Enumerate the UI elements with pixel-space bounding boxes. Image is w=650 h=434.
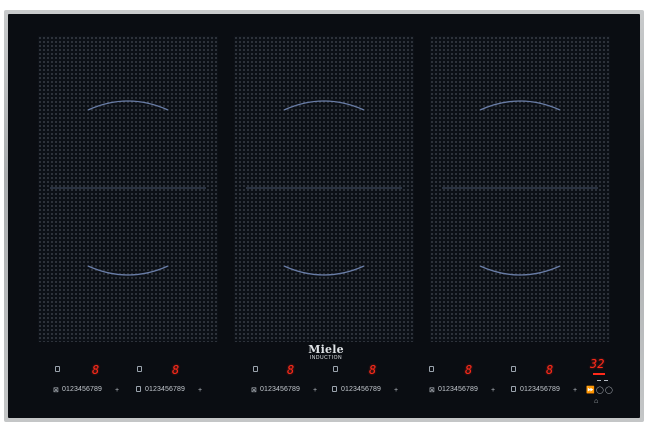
power-level-display: 8 xyxy=(172,363,180,377)
zone-icon[interactable] xyxy=(511,386,516,392)
power-icon[interactable]: ◯ xyxy=(605,387,613,394)
upper-arc-mark xyxy=(283,100,365,111)
zone-icon[interactable] xyxy=(253,366,258,372)
power-level-display: 8 xyxy=(287,363,295,377)
power-level-display: 8 xyxy=(92,363,100,377)
lock-icon[interactable]: ⌂ xyxy=(594,398,598,405)
power-level-display: 8 xyxy=(465,363,473,377)
cooking-zone-left[interactable] xyxy=(38,36,218,342)
power-level-display: 8 xyxy=(369,363,377,377)
arrow-left-icon xyxy=(597,380,601,381)
cooking-zone-middle[interactable] xyxy=(234,36,414,342)
brand-logo: Miele INDUCTION xyxy=(296,344,356,361)
upper-arc-mark xyxy=(87,100,169,111)
zone-icon[interactable] xyxy=(511,366,516,372)
zone-icon[interactable] xyxy=(136,386,141,392)
ceramic-glass-surface: Miele INDUCTION 8 8 ⊠ 0123456789 + 01234… xyxy=(8,14,640,418)
power-scale-slider[interactable]: 0123456789 xyxy=(145,386,185,394)
brand-subtitle: INDUCTION xyxy=(309,355,343,361)
power-level-display: 8 xyxy=(546,363,554,377)
zone-markings-left xyxy=(50,100,206,276)
lower-arc-mark xyxy=(479,265,561,276)
plus-symbol[interactable]: + xyxy=(491,387,495,394)
plus-symbol[interactable]: + xyxy=(394,387,398,394)
timer-indicator xyxy=(593,373,605,375)
cooktop-frame: Miele INDUCTION 8 8 ⊠ 0123456789 + 01234… xyxy=(4,10,644,422)
zone-markings-middle xyxy=(246,100,402,276)
zone-icon[interactable] xyxy=(332,386,337,392)
plus-symbol[interactable]: + xyxy=(198,387,202,394)
lower-arc-mark xyxy=(87,265,169,276)
power-scale-slider[interactable]: 0123456789 xyxy=(62,386,102,394)
timer-display: 32 xyxy=(590,357,605,371)
cooking-zone-right[interactable] xyxy=(430,36,610,342)
power-scale-slider[interactable]: 0123456789 xyxy=(520,386,560,394)
stop-and-go-icon[interactable]: ⊠ xyxy=(429,387,435,394)
lower-arc-mark xyxy=(283,265,365,276)
zone-markings-right xyxy=(442,100,598,276)
arrow-right-icon xyxy=(604,380,608,381)
zone-icon[interactable] xyxy=(333,366,338,372)
zone-icon[interactable] xyxy=(137,366,142,372)
stop-and-go-icon[interactable]: ⊠ xyxy=(251,387,257,394)
plus-symbol[interactable]: + xyxy=(115,387,119,394)
power-scale-slider[interactable]: 0123456789 xyxy=(438,386,478,394)
timer-icon[interactable]: ◯ xyxy=(596,387,604,394)
zone-icon[interactable] xyxy=(55,366,60,372)
plus-symbol[interactable]: + xyxy=(313,387,317,394)
power-scale-slider[interactable]: 0123456789 xyxy=(260,386,300,394)
fast-forward-icon[interactable]: ⏩ xyxy=(586,387,595,394)
plus-symbol[interactable]: + xyxy=(573,387,577,394)
power-scale-slider[interactable]: 0123456789 xyxy=(341,386,381,394)
brand-name: Miele xyxy=(308,343,344,356)
zone-icon[interactable] xyxy=(429,366,434,372)
stop-and-go-icon[interactable]: ⊠ xyxy=(53,387,59,394)
upper-arc-mark xyxy=(479,100,561,111)
